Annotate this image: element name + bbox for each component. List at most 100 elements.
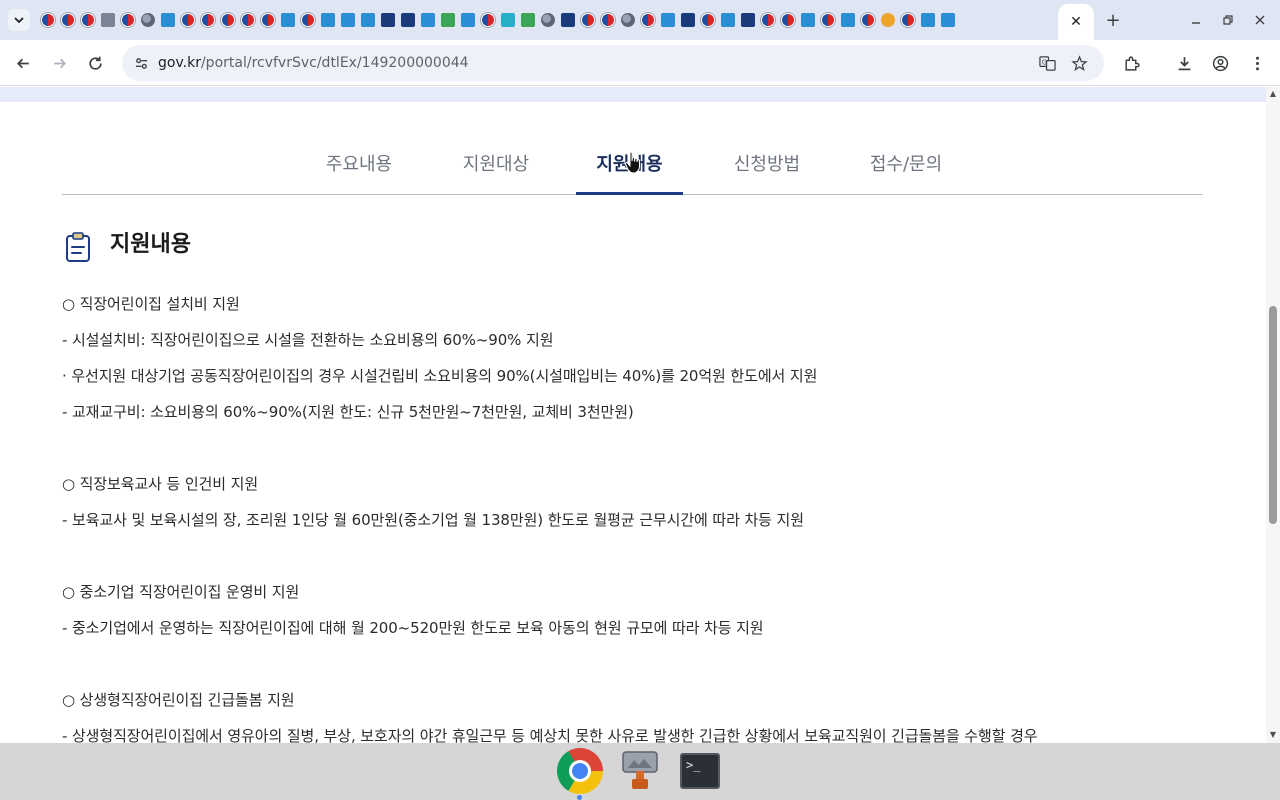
- pinned-tab-navy-icon[interactable]: [558, 11, 577, 30]
- url-host: gov.kr: [158, 55, 201, 71]
- pinned-tab-gov-icon[interactable]: [778, 11, 797, 30]
- pinned-tab-globe-icon[interactable]: [538, 11, 557, 30]
- pinned-tab-blue-icon[interactable]: [278, 11, 297, 30]
- pinned-tab-gov-icon[interactable]: [758, 11, 777, 30]
- tab-main-content[interactable]: 주요내용: [314, 131, 404, 194]
- pinned-tab-gov-icon[interactable]: [238, 11, 257, 30]
- minimize-icon: [1192, 22, 1200, 24]
- restore-button[interactable]: [1218, 10, 1238, 30]
- header-band: [0, 87, 1266, 102]
- pinned-tab-gov-icon[interactable]: [258, 11, 277, 30]
- clipboard-icon: [66, 232, 90, 262]
- chrome-app[interactable]: [556, 747, 604, 795]
- pinned-tab-gov-icon[interactable]: [298, 11, 317, 30]
- menu-button[interactable]: [1245, 51, 1269, 75]
- pinned-tab-blue-icon[interactable]: [358, 11, 377, 30]
- close-window-button[interactable]: [1250, 10, 1270, 30]
- support-item-detail: - 중소기업에서 운영하는 직장어린이집에 대해 월 200~520만원 한도로…: [62, 619, 764, 637]
- pinned-tab-navy-icon[interactable]: [378, 11, 397, 30]
- pinned-tab-cyan-icon[interactable]: [498, 11, 517, 30]
- pinned-tab-blue-icon[interactable]: [458, 11, 477, 30]
- tab-how-to-apply[interactable]: 신청방법: [722, 131, 812, 194]
- terminal-app[interactable]: >_: [676, 747, 724, 795]
- pinned-tab-green-icon[interactable]: [518, 11, 537, 30]
- url-path: /portal/rcvfvrSvc/dtlEx/149200000044: [200, 55, 469, 71]
- reload-button[interactable]: [83, 51, 107, 75]
- pinned-tab-gov-icon[interactable]: [218, 11, 237, 30]
- pinned-tab-gov-icon[interactable]: [858, 11, 877, 30]
- pinned-tab-blue-icon[interactable]: [718, 11, 737, 30]
- tab-search-button[interactable]: [8, 9, 30, 31]
- terminal-icon: >_: [680, 753, 720, 789]
- pinned-tab-blue-icon[interactable]: [418, 11, 437, 30]
- pinned-tab-gov-icon[interactable]: [638, 11, 657, 30]
- minimize-button[interactable]: [1186, 10, 1206, 30]
- pinned-tab-gov-icon[interactable]: [38, 11, 57, 30]
- pinned-tab-gov-icon[interactable]: [578, 11, 597, 30]
- scroll-down-icon[interactable]: ▼: [1269, 731, 1277, 739]
- active-tab[interactable]: ✕: [1058, 4, 1094, 40]
- pinned-tab-navy-icon[interactable]: [738, 11, 757, 30]
- pinned-tab-globe-icon[interactable]: [138, 11, 157, 30]
- pinned-tab-green-icon[interactable]: [438, 11, 457, 30]
- translate-icon[interactable]: G: [1038, 54, 1056, 72]
- tab-contact[interactable]: 접수/문의: [858, 131, 954, 194]
- support-item-heading: ○ 직장어린이집 설치비 지원: [62, 295, 240, 313]
- pinned-tab-blue-icon[interactable]: [838, 11, 857, 30]
- pinned-tab-gov-icon[interactable]: [178, 11, 197, 30]
- pinned-tab-gov-icon[interactable]: [118, 11, 137, 30]
- pinned-tab-blue-icon[interactable]: [338, 11, 357, 30]
- pinned-tab-gov-icon[interactable]: [898, 11, 917, 30]
- pinned-tab-blue-icon[interactable]: [938, 11, 957, 30]
- extensions-button[interactable]: [1119, 51, 1143, 75]
- support-item-heading: ○ 상생형직장어린이집 긴급돌봄 지원: [62, 691, 295, 709]
- page-viewport: 주요내용 지원대상 지원내용 신청방법 접수/문의 지원내용 ○ 직장어린이집 …: [0, 87, 1280, 743]
- pinned-tab-navy-icon[interactable]: [678, 11, 697, 30]
- support-item-detail: · 우선지원 대상기업 공동직장어린이집의 경우 시설건립비 소요비용의 90%…: [62, 367, 818, 385]
- url-text[interactable]: gov.kr/portal/rcvfvrSvc/dtlEx/1492000000…: [158, 54, 469, 72]
- support-item-detail: - 교재교구비: 소요비용의 60%~90%(지원 한도: 신규 5천만원~7천…: [62, 403, 634, 421]
- pinned-tab-blue-icon[interactable]: [658, 11, 677, 30]
- downloads-button[interactable]: [1172, 51, 1196, 75]
- svg-text:G: G: [1041, 58, 1046, 66]
- image-viewer-app[interactable]: [616, 747, 664, 795]
- pinned-tab-gov-icon[interactable]: [698, 11, 717, 30]
- pinned-tab-navy-icon[interactable]: [398, 11, 417, 30]
- support-item-detail: - 시설설치비: 직장어린이집으로 시설을 전환하는 소요비용의 60%~90%…: [62, 331, 554, 349]
- pinned-tab-blue-icon[interactable]: [918, 11, 937, 30]
- tab-eligibility[interactable]: 지원대상: [451, 131, 541, 194]
- pinned-tab-blue-icon[interactable]: [798, 11, 817, 30]
- pinned-tab-blue-icon[interactable]: [318, 11, 337, 30]
- support-item-heading: ○ 직장보육교사 등 인건비 지원: [62, 475, 259, 493]
- scroll-up-icon[interactable]: ▲: [1269, 90, 1277, 98]
- page-scrollbar[interactable]: ▲ ▼: [1266, 87, 1280, 743]
- close-tab-icon[interactable]: ✕: [1070, 14, 1082, 30]
- pinned-tab-orange-icon[interactable]: [878, 11, 897, 30]
- pinned-tab-gov-icon[interactable]: [198, 11, 217, 30]
- address-bar[interactable]: gov.kr/portal/rcvfvrSvc/dtlEx/1492000000…: [122, 45, 1104, 81]
- forward-button[interactable]: [47, 51, 71, 75]
- bookmark-star-icon[interactable]: [1070, 54, 1088, 72]
- new-tab-button[interactable]: +: [1102, 9, 1124, 31]
- arrow-right-icon: [53, 58, 66, 68]
- pinned-tab-globe-icon[interactable]: [618, 11, 637, 30]
- chevron-down-icon: [14, 17, 24, 24]
- os-taskbar: >_: [0, 743, 1280, 800]
- pinned-tab-gov-icon[interactable]: [598, 11, 617, 30]
- running-indicator: [577, 795, 582, 800]
- close-icon: [1255, 15, 1265, 25]
- scroll-thumb[interactable]: [1269, 306, 1277, 524]
- pinned-tab-gov-icon[interactable]: [58, 11, 77, 30]
- chrome-icon: [557, 748, 603, 794]
- profile-button[interactable]: [1208, 51, 1232, 75]
- pinned-tab-gov-icon[interactable]: [818, 11, 837, 30]
- pinned-tab-gov-icon[interactable]: [78, 11, 97, 30]
- pinned-tab-gov-icon[interactable]: [478, 11, 497, 30]
- pinned-tab-blue-icon[interactable]: [158, 11, 177, 30]
- pinned-tab-gray-icon[interactable]: [98, 11, 117, 30]
- back-button[interactable]: [11, 51, 35, 75]
- site-info-icon[interactable]: [132, 54, 150, 72]
- support-item-heading: ○ 중소기업 직장어린이집 운영비 지원: [62, 583, 300, 601]
